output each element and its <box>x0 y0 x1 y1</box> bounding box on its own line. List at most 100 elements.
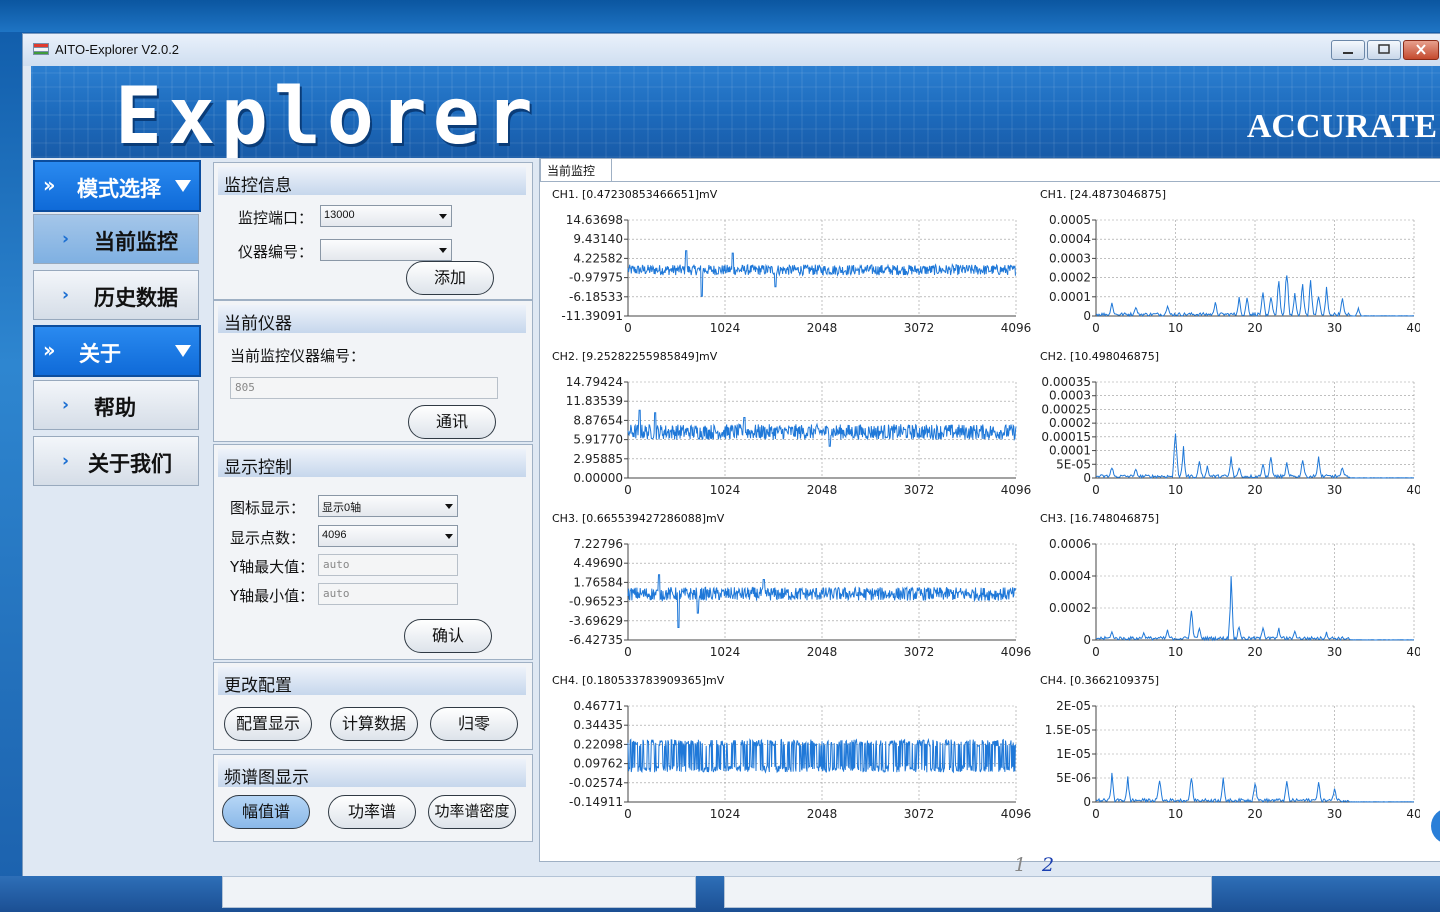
x-tick-label: 10 <box>1168 645 1183 659</box>
tab-current-monitor[interactable]: 当前监控 <box>540 158 612 181</box>
nav-about-us[interactable]: › 关于我们 <box>33 436 199 486</box>
close-button[interactable] <box>1403 40 1439 60</box>
minimize-button[interactable] <box>1331 40 1365 60</box>
power-spectrum-button[interactable]: 功率谱 <box>328 795 416 829</box>
banner-tagline: ACCURATE <box>1246 108 1437 145</box>
y-tick-label: 1E-05 <box>1056 747 1091 761</box>
dropdown-caret-icon <box>445 534 453 539</box>
x-tick-label: 4096 <box>1001 807 1032 821</box>
y-tick-label: 0 <box>1083 309 1091 323</box>
y-tick-label: 8.87654 <box>573 413 623 427</box>
x-tick-label: 20 <box>1247 807 1262 821</box>
taskbar-window-1[interactable] <box>222 876 696 908</box>
calc-data-button[interactable]: 计算数据 <box>330 707 418 741</box>
chevron-right-icon: › <box>62 395 70 415</box>
ymin-input[interactable]: auto <box>318 583 458 605</box>
chart-5: CH3. [0.665539427286088]mV 7.22796 4.49690… <box>552 512 1031 659</box>
chart-6: CH3. [16.748046875] 0.0006 0.0004 0.0002 00 1… <box>1040 512 1422 659</box>
current-device-field[interactable]: 805 <box>230 377 498 399</box>
y-tick-label: 11.83539 <box>566 394 623 408</box>
x-tick-label: 20 <box>1247 321 1262 335</box>
ymax-label: Y轴最大值： <box>230 558 315 576</box>
y-tick-label: 0.46771 <box>573 699 623 713</box>
chevron-right-icon: › <box>62 451 70 471</box>
chart-title: CH3. [16.748046875] <box>1040 512 1159 525</box>
x-tick-label: 0 <box>624 321 632 335</box>
x-tick-label: 0 <box>1092 645 1100 659</box>
config-group: 更改配置 配置显示 计算数据 归零 <box>213 662 533 750</box>
y-tick-label: 1.5E-05 <box>1045 723 1091 737</box>
x-tick-label: 3072 <box>904 321 935 335</box>
icon-display-combo[interactable]: 显示0轴 <box>318 495 458 517</box>
chart-title: CH4. [0.3662109375] <box>1040 674 1159 687</box>
double-chevron-icon: ›› <box>43 173 56 197</box>
y-tick-label: 14.63698 <box>566 213 623 227</box>
left-navigation: ›› 模式选择 › 当前监控 › 历史数据 ›› 关于 › 帮助 › 关于我们 <box>33 158 201 488</box>
title-bar[interactable]: AITO-Explorer V2.0.2 <box>23 34 1440 66</box>
y-tick-label: 0.0003 <box>1049 251 1091 265</box>
y-tick-label: 5.91770 <box>573 433 623 447</box>
x-tick-label: 4096 <box>1001 645 1032 659</box>
x-tick-label: 0 <box>624 483 632 497</box>
taskbar-window-2[interactable] <box>724 876 1212 908</box>
nav-mode-select[interactable]: ›› 模式选择 <box>33 160 201 212</box>
y-tick-label: 0.0002 <box>1049 271 1091 285</box>
banner-logo-text: Explorer <box>115 72 539 158</box>
dropdown-caret-icon <box>439 248 447 253</box>
ymin-placeholder: auto <box>323 587 350 600</box>
nav-current-monitor[interactable]: › 当前监控 <box>33 214 199 264</box>
dropdown-caret-icon <box>445 504 453 509</box>
x-tick-label: 40 <box>1406 483 1420 497</box>
display-control-group: 显示控制 图标显示： 显示0轴 显示点数： 4096 Y轴最大值： auto Y… <box>213 444 533 660</box>
y-tick-label: 0.00015 <box>1041 430 1091 444</box>
x-tick-label: 20 <box>1247 645 1262 659</box>
nav-current-monitor-label: 当前监控 <box>94 229 178 254</box>
page-2-link[interactable]: 2 <box>1042 854 1054 876</box>
config-show-button[interactable]: 配置显示 <box>224 707 312 741</box>
x-tick-label: 4096 <box>1001 321 1032 335</box>
dropdown-caret-icon <box>439 214 447 219</box>
add-button[interactable]: 添加 <box>406 261 494 295</box>
y-tick-label: 0.22098 <box>573 737 623 751</box>
device-label: 仪器编号： <box>238 243 314 261</box>
y-tick-label: 0.0004 <box>1049 569 1091 583</box>
x-tick-label: 3072 <box>904 483 935 497</box>
nav-about[interactable]: ›› 关于 <box>33 325 201 377</box>
maximize-icon <box>1378 44 1390 54</box>
nav-help[interactable]: › 帮助 <box>33 380 199 430</box>
nav-history[interactable]: › 历史数据 <box>33 270 199 320</box>
comm-button[interactable]: 通讯 <box>408 405 496 439</box>
side-collapse-button[interactable] <box>1431 808 1440 844</box>
amplitude-spectrum-button[interactable]: 幅值谱 <box>222 795 310 829</box>
y-tick-label: -11.39091 <box>561 309 623 323</box>
y-tick-label: 5E-05 <box>1056 457 1091 471</box>
x-tick-label: 2048 <box>807 483 838 497</box>
zero-button[interactable]: 归零 <box>430 707 518 741</box>
y-tick-label: 7.22796 <box>573 537 623 551</box>
minimize-icon <box>1343 52 1353 54</box>
icon-display-label: 图标显示： <box>230 499 306 517</box>
icon-display-value: 显示0轴 <box>322 502 362 514</box>
display-control-title: 显示控制 <box>224 458 292 478</box>
port-combo[interactable]: 13000 <box>320 205 452 227</box>
spectrum-title: 频谱图显示 <box>224 768 309 788</box>
current-device-label: 当前监控仪器编号： <box>230 347 366 365</box>
chart-title: CH1. [24.4873046875] <box>1040 188 1166 201</box>
confirm-button[interactable]: 确认 <box>404 619 492 653</box>
app-window: AITO-Explorer V2.0.2 Explorer ACCURATE ›… <box>22 33 1440 877</box>
y-tick-label: 14.79424 <box>566 375 623 389</box>
nav-about-us-label: 关于我们 <box>88 451 172 476</box>
chart-title: CH3. [0.665539427286088]mV <box>552 512 725 525</box>
y-tick-label: 4.49690 <box>573 556 623 570</box>
app-icon <box>33 43 49 55</box>
x-tick-label: 10 <box>1168 483 1183 497</box>
current-device-value: 805 <box>235 381 255 394</box>
points-combo[interactable]: 4096 <box>318 525 458 547</box>
maximize-button[interactable] <box>1367 40 1401 60</box>
y-tick-label: 0 <box>1083 633 1091 647</box>
page-1-link[interactable]: 1 <box>1014 854 1026 876</box>
psd-button[interactable]: 功率谱密度 <box>428 795 516 829</box>
x-tick-label: 1024 <box>710 483 741 497</box>
device-combo[interactable] <box>320 239 452 261</box>
ymax-input[interactable]: auto <box>318 554 458 576</box>
